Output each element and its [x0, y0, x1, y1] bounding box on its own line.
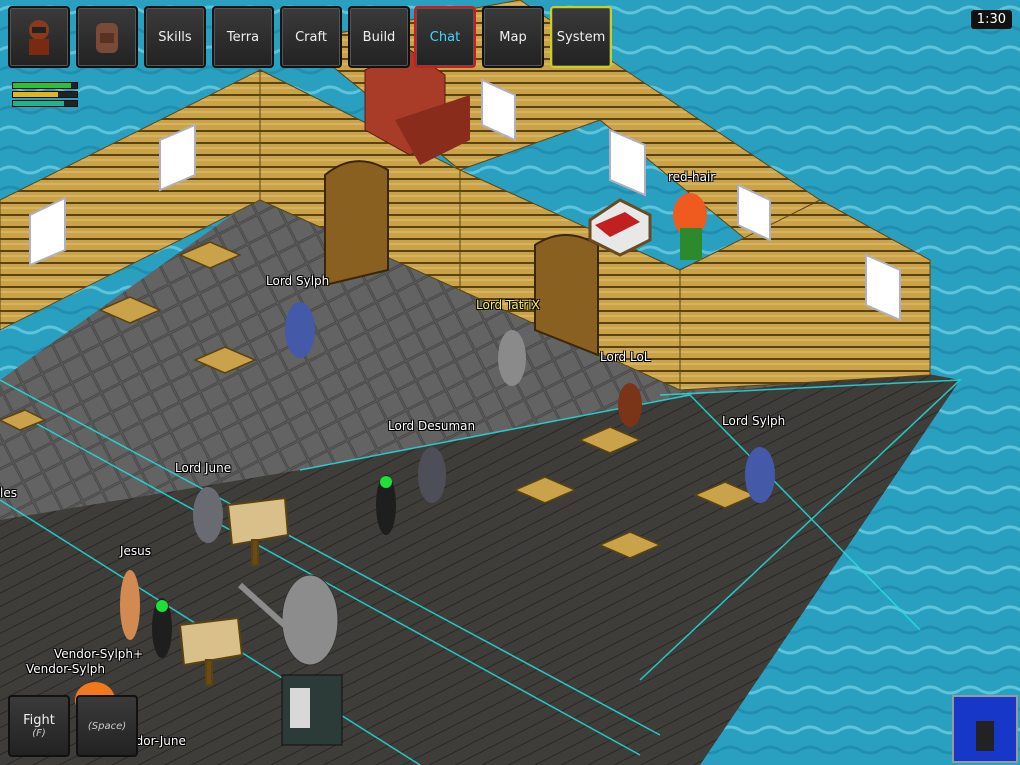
- npc-lord-sylph-1: [285, 302, 315, 358]
- npc-lord-tatrix: [498, 330, 526, 386]
- chat-button[interactable]: Chat: [414, 6, 476, 68]
- fight-hotkey: (F): [32, 728, 46, 739]
- session-timer: 1:30: [970, 10, 1012, 29]
- inventory-button[interactable]: [76, 6, 138, 68]
- action-button[interactable]: (Space): [76, 695, 138, 757]
- game-world[interactable]: [0, 0, 1020, 765]
- stamina-bar: [12, 91, 78, 98]
- green-flame-brazier-1: [376, 475, 396, 535]
- minimap-player-marker: [976, 721, 994, 751]
- health-bar: [12, 82, 78, 89]
- craft-button[interactable]: Craft: [280, 6, 342, 68]
- name-label-lord-lol: Lord LoL: [600, 350, 651, 364]
- backpack-icon: [90, 17, 124, 57]
- minimap[interactable]: [952, 695, 1018, 763]
- npc-jesus: [120, 570, 140, 640]
- npc-lord-june: [193, 487, 223, 543]
- map-button[interactable]: Map: [482, 6, 544, 68]
- mana-bar: [12, 100, 78, 107]
- name-label-partial-les: les: [0, 486, 17, 500]
- terra-button[interactable]: Terra: [212, 6, 274, 68]
- action-hotkey: (Space): [87, 720, 127, 732]
- fight-label: Fight: [23, 713, 55, 728]
- system-button[interactable]: System: [550, 6, 612, 68]
- skills-button[interactable]: Skills: [144, 6, 206, 68]
- name-label-jesus: Jesus: [120, 544, 152, 558]
- npc-lord-sylph-2: [745, 447, 775, 503]
- name-label-red-hair: red-hair: [668, 170, 716, 184]
- npc-lord-desuman: [418, 447, 446, 503]
- npc-lord-lol: [618, 383, 642, 427]
- character-portrait-icon: [22, 17, 56, 57]
- name-label-lord-sylph-2: Lord Sylph: [722, 414, 786, 428]
- name-label-lord-sylph-1: Lord Sylph: [266, 274, 330, 288]
- character-button[interactable]: [8, 6, 70, 68]
- fight-button[interactable]: Fight (F): [8, 695, 70, 757]
- name-label-vendor-sylph: Vendor-Sylph: [26, 662, 105, 676]
- build-button[interactable]: Build: [348, 6, 410, 68]
- name-label-lord-june: Lord June: [175, 461, 232, 475]
- name-label-lord-tatrix: Lord TatriX: [476, 298, 540, 312]
- name-label-vendor-sylph-plus: Vendor-Sylph+: [54, 647, 144, 661]
- green-flame-brazier-2: [152, 598, 172, 658]
- name-label-lord-desuman: Lord Desuman: [388, 419, 476, 433]
- status-bars: [12, 82, 78, 109]
